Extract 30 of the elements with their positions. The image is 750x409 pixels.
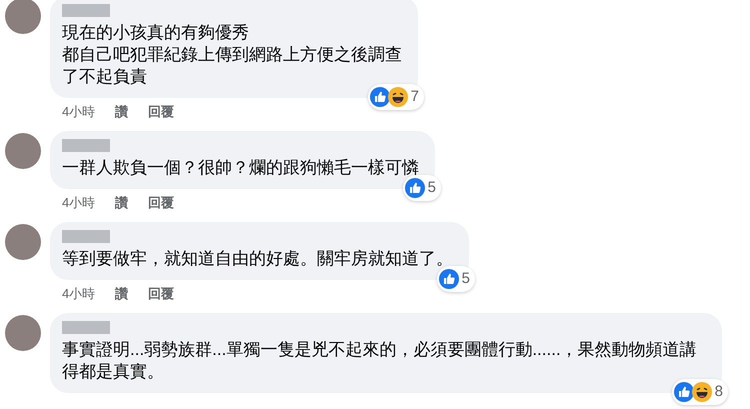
like-link[interactable]: 讚 bbox=[115, 284, 128, 304]
comment-text: 了不起負責 bbox=[62, 66, 148, 88]
reply-link[interactable]: 回覆 bbox=[148, 193, 174, 213]
thumbs-up-icon bbox=[370, 86, 390, 107]
timestamp[interactable]: 4小時 bbox=[62, 193, 96, 213]
avatar-placeholder[interactable] bbox=[5, 133, 41, 169]
comment-text: 都自己吧犯罪紀錄上傳到網路上方便之後調查 bbox=[62, 44, 402, 66]
blurred-name bbox=[62, 4, 110, 17]
like-link[interactable]: 讚 bbox=[115, 102, 128, 122]
avatar-placeholder[interactable] bbox=[5, 315, 41, 351]
timestamp[interactable]: 4小時 bbox=[62, 102, 96, 122]
reply-link[interactable]: 回覆 bbox=[148, 284, 174, 304]
laughing-face-icon bbox=[388, 86, 408, 107]
reaction-badge[interactable]: 7 bbox=[368, 84, 424, 110]
blurred-name bbox=[62, 321, 110, 334]
like-link[interactable]: 讚 bbox=[115, 193, 128, 213]
blurred-name bbox=[62, 230, 110, 243]
thumbs-up-icon bbox=[438, 268, 459, 289]
reaction-badge[interactable]: 8 bbox=[672, 378, 728, 405]
comment-text: 現在的小孩真的有夠優秀 bbox=[62, 22, 250, 44]
laughing-face-icon bbox=[692, 382, 712, 402]
reaction-badge[interactable]: 5 bbox=[436, 266, 475, 292]
avatar-placeholder[interactable] bbox=[5, 224, 41, 260]
reply-link[interactable]: 回覆 bbox=[148, 102, 174, 122]
blurred-name bbox=[62, 139, 110, 152]
timestamp[interactable]: 4小時 bbox=[62, 284, 96, 304]
reaction-badge[interactable]: 5 bbox=[402, 174, 441, 201]
avatar-placeholder[interactable] bbox=[5, 0, 41, 34]
thumbs-up-icon bbox=[404, 178, 425, 198]
thumbs-up-icon bbox=[674, 382, 694, 402]
